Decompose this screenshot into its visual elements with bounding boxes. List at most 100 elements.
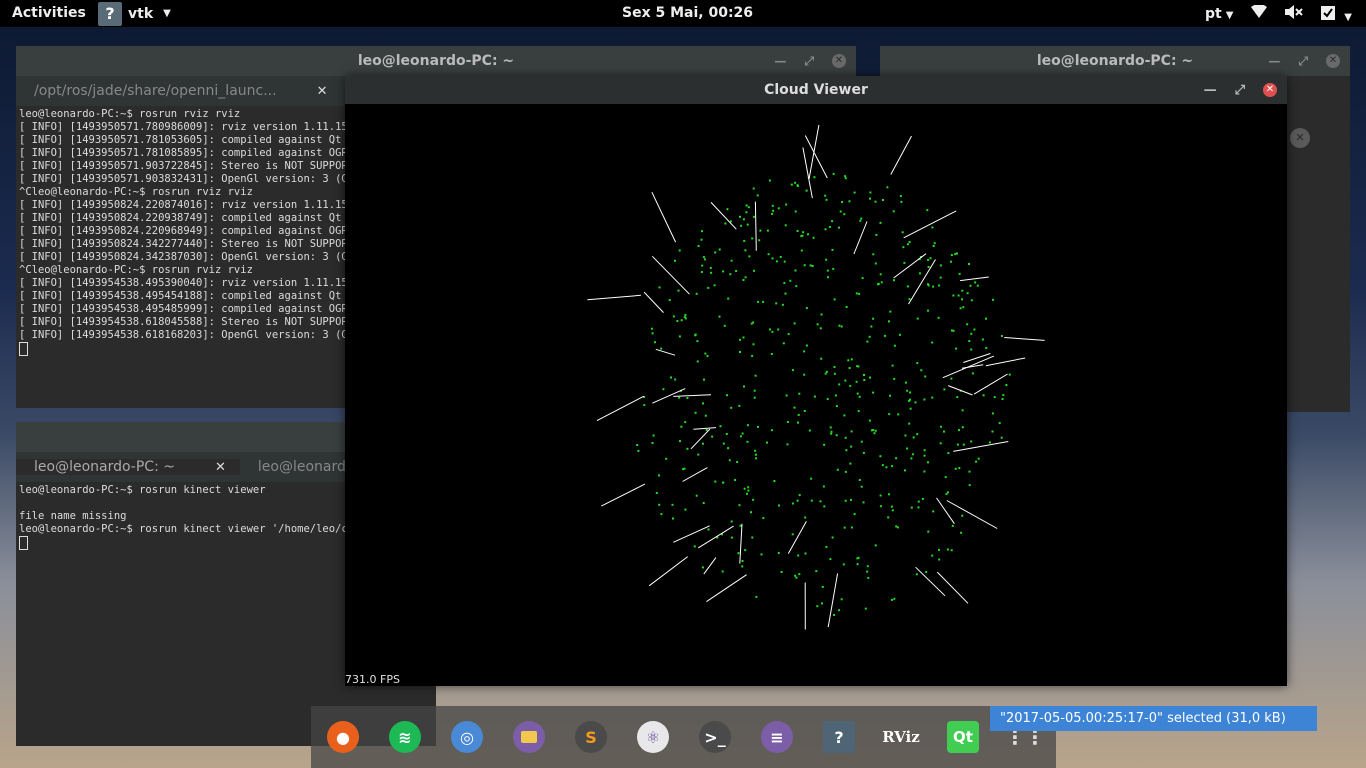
cloud-viewer-window[interactable]: Cloud Viewer — ⤢ ✕ 731.0 FPS bbox=[345, 76, 1287, 686]
window-titlebar[interactable]: leo@leonardo-PC: ~ — ⤢ ✕ bbox=[16, 46, 856, 76]
wifi-icon[interactable] bbox=[1251, 3, 1268, 23]
chevron-down-icon: ▼ bbox=[1225, 9, 1234, 21]
cloud-point bbox=[939, 276, 942, 279]
cloud-point bbox=[927, 461, 929, 464]
cloud-point bbox=[917, 500, 920, 503]
close-icon[interactable]: ✕ bbox=[1263, 83, 1277, 97]
cloud-point bbox=[700, 238, 703, 241]
maximize-icon[interactable]: ⤢ bbox=[1298, 54, 1308, 69]
cloud-point bbox=[850, 445, 853, 448]
cloud-point bbox=[873, 432, 876, 435]
spotify-icon[interactable]: ≋ bbox=[389, 721, 421, 753]
cloud-point bbox=[773, 480, 776, 482]
maximize-icon[interactable]: ⤢ bbox=[804, 54, 814, 69]
volume-muted-icon[interactable] bbox=[1285, 4, 1304, 23]
cloud-point bbox=[771, 330, 774, 333]
tab-label: leo@leonardo-PC: ~ bbox=[34, 459, 175, 475]
cloud-point bbox=[696, 360, 699, 363]
cloud-point bbox=[694, 411, 697, 414]
maximize-icon[interactable]: ⤢ bbox=[1235, 83, 1245, 98]
files-icon[interactable] bbox=[513, 721, 545, 753]
cloud-point bbox=[939, 442, 942, 445]
cloud-point bbox=[991, 430, 994, 433]
tab-close-icon[interactable]: ✕ bbox=[317, 84, 328, 99]
cloud-point bbox=[822, 485, 825, 488]
cloud-point bbox=[804, 552, 807, 555]
cloud-point bbox=[858, 292, 861, 295]
normal-vector bbox=[853, 221, 868, 255]
atom-icon[interactable]: ⚛ bbox=[637, 721, 669, 753]
tab-close-icon[interactable]: ✕ bbox=[215, 460, 226, 475]
language-selector[interactable]: pt ▼ bbox=[1205, 6, 1233, 22]
vtk-icon[interactable]: ? bbox=[823, 721, 855, 753]
cloud-point bbox=[904, 469, 906, 472]
cloud-point bbox=[724, 222, 727, 225]
firefox-icon[interactable]: ● bbox=[327, 721, 359, 753]
cloud-point bbox=[1008, 373, 1011, 376]
minimize-icon[interactable]: — bbox=[774, 54, 786, 68]
cloud-point bbox=[844, 175, 847, 178]
cloud-point bbox=[741, 432, 744, 435]
cloud-point bbox=[858, 395, 861, 398]
cloud-point bbox=[742, 218, 745, 221]
tab-close-icon[interactable]: ✕ bbox=[1290, 128, 1310, 148]
cloud-point bbox=[954, 253, 957, 256]
cloud-point bbox=[871, 429, 873, 432]
minimize-icon[interactable]: — bbox=[1204, 83, 1217, 98]
clock[interactable]: Sex 5 Mai, 00:26 bbox=[622, 5, 753, 21]
cloud-point bbox=[875, 233, 878, 236]
window-titlebar[interactable]: leo@leonardo-PC: ~ — ⤢ ✕ bbox=[880, 46, 1350, 76]
cloud-point bbox=[668, 299, 671, 302]
cloud-point bbox=[784, 224, 787, 227]
cloud-point bbox=[981, 338, 984, 341]
cloud-point bbox=[906, 285, 909, 288]
terminal-icon[interactable]: >_ bbox=[699, 721, 731, 753]
text-editor-icon[interactable]: ≡ bbox=[761, 721, 793, 753]
selection-status: "2017-05-05.00:25:17-0" selected (31,0 k… bbox=[990, 706, 1317, 731]
sublime-icon[interactable]: S bbox=[575, 721, 607, 753]
normal-vector bbox=[655, 348, 676, 356]
cloud-point bbox=[825, 258, 828, 261]
close-icon[interactable]: ✕ bbox=[1326, 54, 1340, 68]
activities-button[interactable]: Activities bbox=[12, 5, 86, 21]
cloud-point bbox=[714, 251, 717, 254]
cloud-point bbox=[816, 605, 819, 608]
terminal-tab[interactable]: /opt/ros/jade/share/openni_launc... ✕ bbox=[16, 83, 341, 99]
cloud-point bbox=[838, 609, 841, 612]
cloud-point bbox=[898, 333, 901, 336]
cloud-point bbox=[845, 449, 848, 452]
cloud-point bbox=[890, 505, 893, 508]
cloud-point bbox=[844, 436, 847, 439]
cloud-point bbox=[843, 213, 846, 216]
system-menu[interactable]: ▼ bbox=[1321, 4, 1352, 24]
cloud-point bbox=[933, 242, 936, 245]
cloud-point bbox=[767, 253, 770, 256]
window-titlebar[interactable]: Cloud Viewer — ⤢ ✕ bbox=[345, 76, 1287, 104]
cloud-point bbox=[671, 503, 674, 506]
cloud-point bbox=[976, 284, 979, 287]
minimize-icon[interactable]: — bbox=[1268, 54, 1280, 68]
cloud-point bbox=[926, 209, 929, 212]
cloud-point bbox=[775, 260, 778, 263]
cloud-point bbox=[789, 279, 792, 282]
cloud-point bbox=[848, 200, 851, 203]
tab-label: /opt/ros/jade/share/openni_launc... bbox=[34, 83, 277, 99]
rviz-icon[interactable]: RViz bbox=[882, 721, 920, 753]
point-cloud-canvas[interactable] bbox=[345, 104, 1287, 686]
cloud-point bbox=[938, 558, 941, 561]
cloud-point bbox=[778, 504, 780, 507]
cloud-point bbox=[864, 607, 867, 610]
normal-vector bbox=[787, 521, 807, 554]
qt-creator-icon[interactable]: Qt bbox=[947, 721, 979, 753]
chromium-icon[interactable]: ◎ bbox=[451, 721, 483, 753]
cloud-point bbox=[923, 398, 926, 401]
cloud-point bbox=[805, 344, 808, 347]
cloud-point bbox=[702, 442, 704, 445]
app-menu[interactable]: ? vtk ▼ bbox=[98, 0, 171, 27]
cloud-point bbox=[1000, 436, 1003, 439]
cloud-point bbox=[701, 264, 704, 267]
terminal-tab[interactable]: leo@leonardo-PC: ~ ✕ bbox=[16, 459, 240, 475]
cloud-point bbox=[678, 335, 681, 338]
close-icon[interactable]: ✕ bbox=[832, 54, 846, 68]
cloud-point bbox=[908, 399, 911, 402]
